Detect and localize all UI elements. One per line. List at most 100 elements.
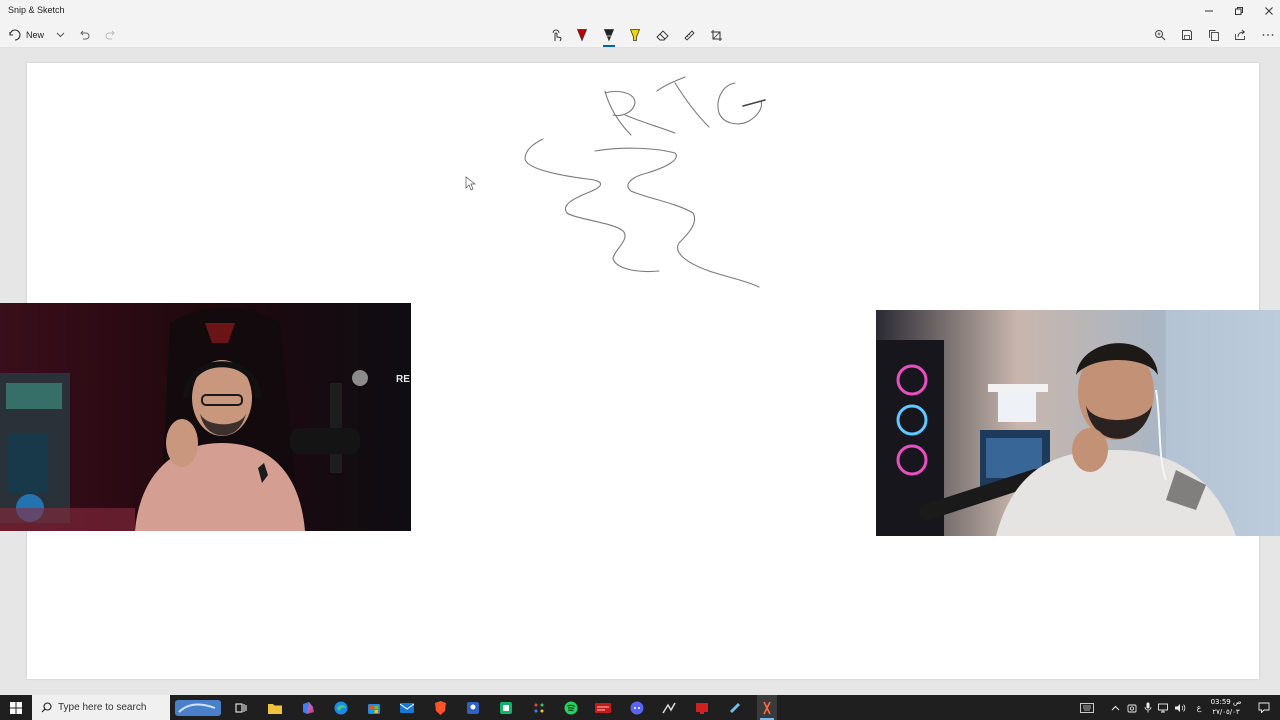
chevron-up-icon <box>1111 705 1119 710</box>
redo-icon <box>105 30 115 40</box>
undo-button[interactable] <box>76 25 92 45</box>
app-icon <box>696 702 708 714</box>
share-icon <box>1235 29 1246 40</box>
toolbar: New <box>0 22 1280 48</box>
network-tray-button[interactable] <box>1157 695 1171 720</box>
window-title: Snip & Sketch <box>8 5 65 15</box>
zoom-icon <box>1155 30 1166 41</box>
minimize-icon <box>1205 10 1213 12</box>
taskbar-app[interactable] <box>659 695 679 720</box>
pencil-button[interactable] <box>600 25 618 47</box>
ink-stroke-wave <box>524 138 660 273</box>
close-icon <box>1265 7 1273 15</box>
app-icon <box>533 701 545 714</box>
highlighter-button[interactable] <box>626 25 644 45</box>
ruler-button[interactable] <box>680 25 698 45</box>
right-webcam-scene <box>876 310 1280 536</box>
touch-writing-button[interactable] <box>547 25 565 45</box>
app-icon <box>662 702 676 713</box>
highlighter-icon <box>629 29 641 41</box>
clock-date: ٢٧/٠٥/٠٣ <box>1212 708 1240 716</box>
taskbar-app-spotify[interactable] <box>561 695 581 720</box>
taskbar-app-mail[interactable] <box>397 695 417 720</box>
copilot-icon <box>303 701 314 714</box>
microphone-tray-button[interactable] <box>1141 695 1155 720</box>
touch-writing-icon <box>552 29 561 41</box>
taskbar-app[interactable] <box>463 695 483 720</box>
taskbar-app[interactable] <box>593 695 613 720</box>
file-explorer-icon <box>268 703 282 714</box>
tray-icon[interactable] <box>1125 695 1139 720</box>
taskbar-app-snip-sketch[interactable] <box>757 695 777 720</box>
left-webcam-overlay-text: RE <box>396 374 410 385</box>
taskbar-app[interactable] <box>627 695 647 720</box>
start-button[interactable] <box>0 695 32 720</box>
copy-icon <box>1209 30 1219 41</box>
eraser-button[interactable] <box>653 25 671 45</box>
taskbar-search[interactable]: Type here to search <box>32 695 170 720</box>
left-webcam-scene: RE <box>0 303 411 531</box>
undo-icon <box>80 30 90 40</box>
spotify-icon <box>564 701 578 714</box>
language-label: ع <box>1196 703 1202 712</box>
taskbar-app-edge[interactable] <box>331 695 351 720</box>
taskbar-clock[interactable]: 03:59 ص ٢٧/٠٥/٠٣ <box>1208 697 1244 717</box>
mouse-cursor-icon <box>465 176 477 191</box>
app-icon <box>467 701 479 714</box>
taskbar-app[interactable] <box>725 695 745 720</box>
app-icon <box>595 702 611 713</box>
brave-icon <box>434 700 446 715</box>
taskbar-app-file-explorer[interactable] <box>265 695 285 720</box>
share-button[interactable] <box>1231 25 1249 45</box>
ballpoint-pen-button[interactable] <box>573 25 591 45</box>
save-button[interactable] <box>1178 25 1196 45</box>
copy-button[interactable] <box>1205 25 1223 45</box>
restore-button[interactable] <box>1224 0 1254 22</box>
ink-stroke-t-bar <box>656 76 686 92</box>
taskbar-app-store[interactable] <box>364 695 384 720</box>
task-view-button[interactable] <box>231 695 251 720</box>
redo-button[interactable] <box>103 25 119 45</box>
news-widget[interactable] <box>174 695 222 720</box>
edge-icon <box>334 701 348 714</box>
mail-icon <box>400 702 414 713</box>
app-icon <box>630 701 644 714</box>
taskbar-app[interactable] <box>496 695 516 720</box>
store-icon <box>368 703 380 714</box>
pencil-icon <box>603 29 615 42</box>
camera-icon <box>1127 704 1137 712</box>
new-label: New <box>26 30 45 40</box>
notifications-button[interactable] <box>1252 695 1276 720</box>
keyboard-icon <box>1080 702 1094 713</box>
taskbar-app[interactable] <box>692 695 712 720</box>
eraser-icon <box>655 30 669 41</box>
network-icon <box>1158 703 1168 712</box>
right-webcam <box>876 310 1280 536</box>
chevron-down-icon <box>56 32 64 38</box>
new-options-dropdown[interactable] <box>53 25 67 45</box>
save-icon <box>1182 30 1192 40</box>
volume-icon <box>1175 703 1186 712</box>
minimize-button[interactable] <box>1194 0 1224 22</box>
left-webcam: RE <box>0 303 411 531</box>
restore-icon <box>1235 7 1243 15</box>
taskbar-app-brave[interactable] <box>430 695 450 720</box>
ink-stroke-t-stem <box>674 82 710 128</box>
new-button[interactable]: New <box>6 25 48 45</box>
task-view-icon <box>235 703 247 712</box>
keyboard-tray-button[interactable] <box>1078 695 1096 720</box>
selected-tool-indicator <box>603 45 615 47</box>
close-button[interactable] <box>1254 0 1280 22</box>
crop-button[interactable] <box>707 25 725 45</box>
show-hidden-icons-button[interactable] <box>1108 695 1122 720</box>
snip-sketch-icon <box>763 701 771 714</box>
app-icon <box>500 701 512 714</box>
zoom-button[interactable] <box>1151 25 1169 45</box>
search-icon <box>41 702 52 713</box>
taskbar-app[interactable] <box>529 695 549 720</box>
volume-tray-button[interactable] <box>1173 695 1187 720</box>
ruler-icon <box>683 29 695 41</box>
taskbar-app-copilot[interactable] <box>298 695 318 720</box>
language-indicator[interactable]: ع <box>1192 695 1206 720</box>
more-button[interactable] <box>1259 25 1277 45</box>
